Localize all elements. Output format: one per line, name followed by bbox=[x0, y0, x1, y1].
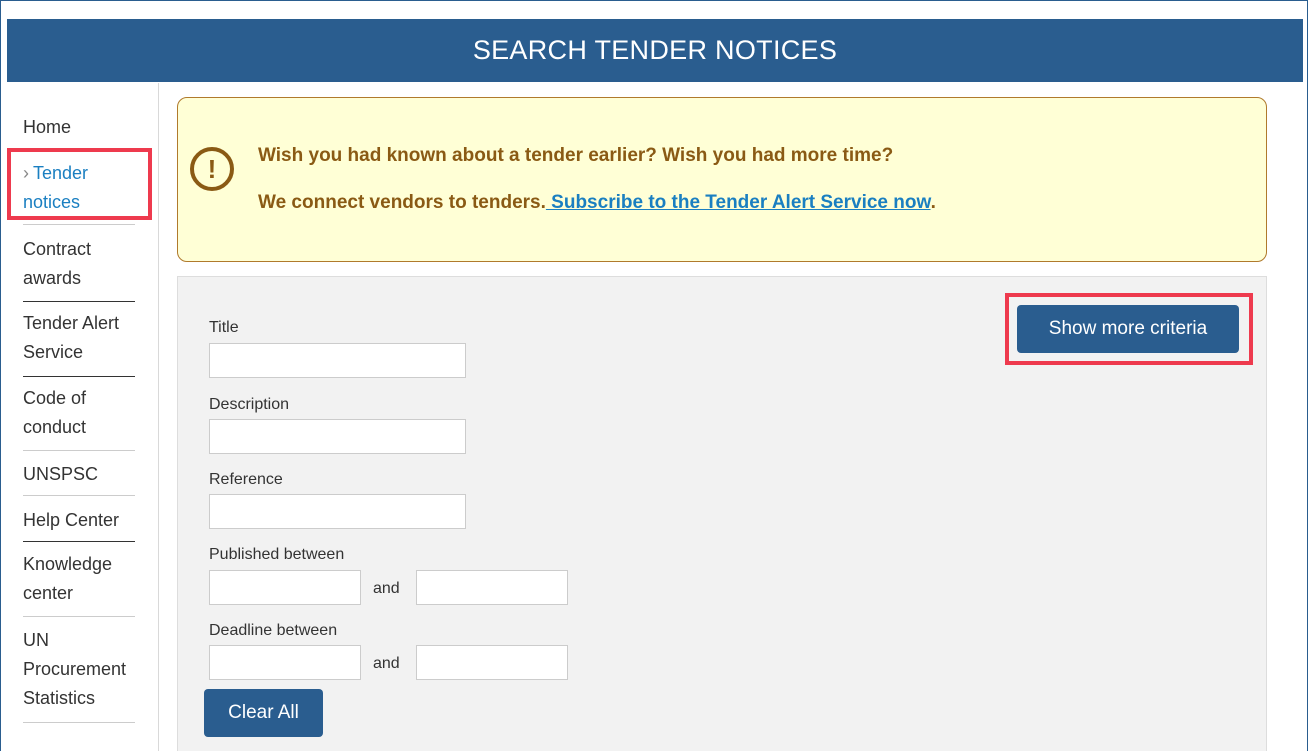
published-to-input[interactable] bbox=[416, 570, 568, 605]
sidebar-item-knowledge-center[interactable]: Knowledge center bbox=[23, 550, 135, 617]
title-label: Title bbox=[209, 319, 239, 336]
sidebar-item-label: Home bbox=[23, 117, 72, 137]
published-from-input[interactable] bbox=[209, 570, 361, 605]
alert-message: Wish you had known about a tender earlie… bbox=[258, 145, 894, 166]
highlight-show-more-criteria bbox=[1005, 293, 1253, 365]
sidebar-item-label: Statistics bbox=[23, 688, 96, 708]
sidebar-item-home[interactable]: Home bbox=[23, 113, 135, 145]
page: SEARCH TENDER NOTICES Home › Tender notic… bbox=[0, 0, 1308, 751]
sidebar-item-help-center[interactable]: Help Center bbox=[23, 506, 135, 542]
sidebar-item-label: Contract bbox=[23, 239, 92, 259]
deadline-from-input[interactable] bbox=[209, 645, 361, 680]
sidebar-item-label: Code of bbox=[23, 388, 87, 408]
published-between-label: Published between bbox=[209, 546, 345, 563]
sidebar-item-contract-awards[interactable]: Contract awards bbox=[23, 235, 135, 302]
highlight-tender-notices bbox=[7, 148, 152, 220]
sidebar-item-un-procurement-statistics[interactable]: UN Procurement Statistics bbox=[23, 626, 135, 723]
title-input[interactable] bbox=[209, 343, 466, 378]
alert-subscribe-text: We connect vendors to tenders. bbox=[258, 192, 546, 213]
deadline-between-label: Deadline between bbox=[209, 622, 338, 639]
published-and-label: and bbox=[373, 580, 400, 597]
sidebar-item-label: Service bbox=[23, 342, 84, 362]
deadline-and-label: and bbox=[373, 655, 400, 672]
sidebar-item-label: center bbox=[23, 583, 74, 603]
sidebar-item-label: UNSPSC bbox=[23, 464, 99, 484]
clear-all-button[interactable]: Clear All bbox=[204, 689, 323, 737]
reference-input[interactable] bbox=[209, 494, 466, 529]
sidebar-item-label: UN bbox=[23, 630, 49, 650]
sidebar-item-label: Procurement bbox=[23, 659, 127, 679]
page-title: SEARCH TENDER NOTICES bbox=[472, 35, 838, 65]
description-label: Description bbox=[209, 396, 290, 413]
alert-period: . bbox=[930, 192, 936, 213]
sidebar-item-label: Knowledge bbox=[23, 554, 113, 574]
sidebar-item-label: Help Center bbox=[23, 510, 120, 530]
tender-alert-banner: ! Wish you had known about a tender earl… bbox=[177, 97, 1267, 262]
page-header: SEARCH TENDER NOTICES bbox=[7, 19, 1303, 82]
description-input[interactable] bbox=[209, 419, 466, 454]
sidebar-item-unspsc[interactable]: UNSPSC bbox=[23, 460, 135, 496]
exclamation-icon: ! bbox=[190, 147, 234, 191]
sidebar-item-code-of-conduct[interactable]: Code of conduct bbox=[23, 384, 135, 451]
subscribe-link[interactable]: Subscribe to the Tender Alert Service no… bbox=[546, 192, 930, 213]
sidebar-item-label: conduct bbox=[23, 417, 87, 437]
deadline-to-input[interactable] bbox=[416, 645, 568, 680]
sidebar-item-tender-alert-service[interactable]: Tender Alert Service bbox=[23, 309, 135, 377]
sidebar-item-label: Tender Alert bbox=[23, 313, 120, 333]
reference-label: Reference bbox=[209, 471, 283, 488]
alert-subscribe-line: We connect vendors to tenders. Subscribe… bbox=[258, 192, 936, 214]
sidebar-item-label: awards bbox=[23, 268, 82, 288]
